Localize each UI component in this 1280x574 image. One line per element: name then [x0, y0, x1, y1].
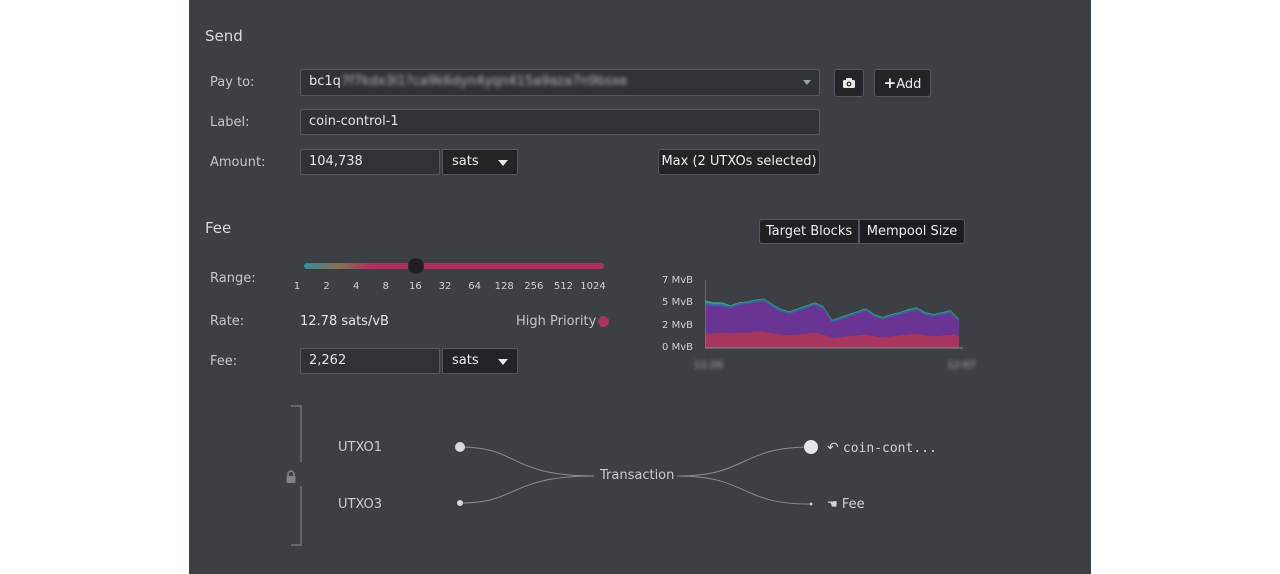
- output-fee: ☚ Fee: [827, 497, 865, 512]
- fee-label: Fee:: [210, 354, 238, 369]
- amount-unit-value: sats: [452, 154, 479, 169]
- utxo-input-label[interactable]: UTXO3: [338, 497, 382, 512]
- output-recipient[interactable]: ↶ coin-cont...: [827, 440, 937, 456]
- fee-section-title: Fee: [205, 219, 232, 237]
- fee-unit-value: sats: [452, 353, 479, 368]
- amount-label: Amount:: [210, 155, 266, 170]
- lock-icon[interactable]: [285, 469, 297, 488]
- label-field-label: Label:: [210, 115, 250, 130]
- pay-to-address-obscured: 7f7kdx3l1?ca9k6dyn4yqn415a9aza7n9bsxe: [340, 74, 628, 89]
- pay-to-prefix: bc1q: [309, 74, 341, 89]
- chevron-down-icon: [498, 359, 508, 365]
- slider-tick-label: 1024: [580, 281, 606, 292]
- slider-tick-label: 1: [293, 281, 301, 292]
- fee-input[interactable]: 2,262: [300, 348, 440, 374]
- max-button[interactable]: Max (2 UTXOs selected): [658, 149, 820, 175]
- add-button-label: Add: [896, 77, 922, 92]
- amount-input[interactable]: 104,738: [300, 149, 440, 175]
- transaction-node-label: Transaction: [600, 468, 675, 483]
- slider-tick-label: 64: [468, 281, 481, 292]
- camera-icon: [843, 78, 855, 88]
- utxo-input-label[interactable]: UTXO1: [338, 440, 382, 455]
- slider-track: [304, 263, 604, 269]
- fee-hand-icon: ☚: [827, 497, 838, 511]
- rate-label: Rate:: [210, 314, 245, 329]
- send-panel: Send Pay to: bc1q7f7kdx3l1?ca9k6dyn4yqn4…: [189, 0, 1091, 574]
- x-tick-label: 12:07: [947, 360, 976, 371]
- fee-unit-select[interactable]: sats: [442, 348, 518, 374]
- slider-tick-label: 2: [323, 281, 330, 292]
- slider-tick-label: 4: [353, 281, 360, 292]
- mempool-size-toggle[interactable]: Mempool Size: [859, 219, 965, 244]
- rate-value: 12.78 sats/vB: [300, 314, 389, 329]
- slider-tick-label: 16: [409, 281, 422, 292]
- slider-tick-labels: 1 2 4 8 16 32 64 128 256 512 1024: [293, 281, 623, 295]
- y-tick-label: 0 MvB: [662, 342, 693, 353]
- mempool-chart: 7 MvB 5 MvB 2 MvB 0 MvB 11:20 12:07: [649, 268, 989, 378]
- slider-tick-label: 32: [438, 281, 452, 292]
- slider-thumb[interactable]: [408, 258, 424, 274]
- amount-unit-select[interactable]: sats: [442, 149, 518, 175]
- slider-tick-label: 8: [382, 281, 389, 292]
- mempool-area-plot: [705, 280, 963, 349]
- priority-dot-icon: [598, 316, 609, 327]
- label-input[interactable]: coin-control-1: [300, 109, 820, 135]
- fee-output-label: Fee: [841, 497, 865, 512]
- chevron-down-icon: [498, 160, 508, 166]
- target-blocks-toggle[interactable]: Target Blocks: [759, 219, 859, 244]
- pay-to-input[interactable]: bc1q7f7kdx3l1?ca9k6dyn4yqn415a9aza7n9bsx…: [300, 69, 820, 96]
- y-tick-label: 7 MvB: [662, 275, 693, 286]
- y-tick-label: 2 MvB: [662, 320, 693, 331]
- dropdown-arrow-icon[interactable]: [803, 80, 811, 85]
- pay-to-label: Pay to:: [210, 75, 255, 90]
- slider-tick-label: 256: [524, 281, 544, 292]
- reply-arrow-icon: ↶: [827, 440, 839, 456]
- priority-label: High Priority: [516, 314, 597, 329]
- send-section-title: Send: [205, 27, 243, 45]
- slider-tick-label: 512: [553, 281, 573, 292]
- y-tick-label: 5 MvB: [662, 297, 693, 308]
- range-label: Range:: [210, 271, 256, 286]
- output-label: coin-cont...: [842, 441, 937, 456]
- add-recipient-button[interactable]: +Add: [874, 69, 931, 97]
- scan-qr-button[interactable]: [834, 69, 864, 97]
- fee-range-slider[interactable]: [304, 258, 604, 274]
- slider-tick-label: 128: [494, 281, 514, 292]
- plus-icon: +: [883, 74, 897, 92]
- x-tick-label: 11:20: [694, 360, 723, 371]
